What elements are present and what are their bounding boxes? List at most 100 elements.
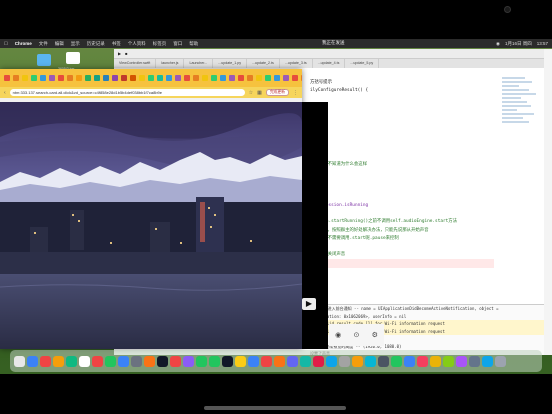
chrome-tab-favicon[interactable] [211,75,217,81]
chrome-tab-favicon[interactable] [265,75,271,81]
dock-app-icon[interactable] [378,355,389,367]
dock-app-icon[interactable] [118,355,129,367]
dock-app-icon[interactable] [209,355,220,367]
dock-app-icon[interactable] [417,355,428,367]
star-icon[interactable]: ☆ [249,90,253,96]
dock-app-icon[interactable] [352,355,363,367]
camera-capture-icon[interactable]: ◉ [335,331,341,339]
menubar-item[interactable]: 历史记录 [87,41,105,47]
target-icon[interactable]: ⊙ [353,331,359,339]
code-line[interactable]: 实现是否不需要调用.start呢.pause来控制 [310,235,494,243]
menubar-item[interactable]: 文件 [39,41,48,47]
extensions-icon[interactable]: ▦ [257,90,262,96]
chrome-tab-favicon[interactable] [175,75,181,81]
chrome-tab-favicon[interactable] [94,75,100,81]
chrome-tab-favicon[interactable] [31,75,37,81]
code-area[interactable]: 方括号提示ilyConfigureResult() { 不初始化 模块入，不知道… [310,79,494,297]
menubar-date[interactable]: 1月16日 周四 [505,41,532,47]
chrome-tab-favicon[interactable] [193,75,199,81]
menubar-item[interactable]: 书签 [112,41,121,47]
apple-icon[interactable]:  [4,41,8,47]
editor-tab[interactable]: Launcher... [184,59,214,68]
chrome-tab-favicon[interactable] [58,75,64,81]
chrome-tab-favicon[interactable] [121,75,127,81]
code-line[interactable] [310,268,494,276]
chrome-tab-favicon[interactable] [148,75,154,81]
dock-app-icon[interactable] [339,355,350,367]
chrome-tab-favicon[interactable] [49,75,55,81]
folder-icon[interactable] [37,54,51,66]
chrome-tab-favicon[interactable] [166,75,172,81]
dock-app-icon[interactable] [469,355,480,367]
editor-tab[interactable]: ...update_3.ts [280,59,313,68]
dock-app-icon[interactable] [248,355,259,367]
dock-app-icon[interactable] [92,355,103,367]
dock-app-icon[interactable] [430,355,441,367]
chrome-tab-favicon[interactable] [40,75,46,81]
dock-app-icon[interactable] [157,355,168,367]
dock-app-icon[interactable] [456,355,467,367]
menubar-item[interactable]: 标签页 [153,41,167,47]
chrome-tab-favicon[interactable] [238,75,244,81]
menubar-app-name[interactable]: Chrome [15,41,32,46]
address-bar[interactable]: ntm:333.137.search-card.all.click&vd_sou… [9,89,245,96]
code-line[interactable]: 开启或者关闭声音 [310,251,494,259]
dock-app-icon[interactable] [27,355,38,367]
menubar-time[interactable]: 13:57 [537,41,548,47]
code-line[interactable] [310,276,494,284]
chrome-tab-favicon[interactable] [184,75,190,81]
dock-app-icon[interactable] [14,355,25,367]
dock-app-icon[interactable] [404,355,415,367]
dock-app-icon[interactable] [66,355,77,367]
dock-app-icon[interactable] [391,355,402,367]
dock-app-icon[interactable] [482,355,493,367]
editor-tab[interactable]: ...update_5.py [345,59,380,68]
play-button[interactable]: ▶ [302,298,316,310]
dock-app-icon[interactable] [196,355,207,367]
chrome-tab-favicon[interactable] [85,75,91,81]
dock-app-icon[interactable] [144,355,155,367]
dock-app-icon[interactable] [495,355,506,367]
code-line[interactable] [310,128,494,136]
dock-app-icon[interactable] [313,355,324,367]
chrome-tab-favicon[interactable] [4,75,10,81]
code-line[interactable]: 没有效果，按照群主的好处解决办法，只能先说那从开始声音 [310,227,494,235]
chrome-tab-favicon[interactable] [76,75,82,81]
dock-app-icon[interactable] [79,355,90,367]
dock-app-icon[interactable] [105,355,116,367]
dock-app-icon[interactable] [183,355,194,367]
editor-tab[interactable]: ...update_2.ts [247,59,280,68]
menubar-item[interactable]: 窗口 [173,41,182,47]
dock-app-icon[interactable] [274,355,285,367]
dock-app-icon[interactable] [222,355,233,367]
dock-app-icon[interactable] [131,355,142,367]
code-line[interactable] [310,210,494,218]
code-line[interactable]: 方括号提示 [310,79,494,87]
chrome-tab-favicon[interactable] [157,75,163,81]
editor-tab[interactable]: launcher.js [156,59,185,68]
chrome-tab-favicon[interactable] [220,75,226,81]
chrome-tab-favicon[interactable] [22,75,28,81]
code-line[interactable]: art() [310,169,494,177]
menubar-item[interactable]: 帮助 [189,41,198,47]
chrome-tab-favicon[interactable] [283,75,289,81]
chrome-tab-favicon[interactable] [229,75,235,81]
menubar-item[interactable]: 个人资料 [128,41,146,47]
home-indicator[interactable] [204,406,346,410]
chrome-tab-favicon[interactable] [130,75,136,81]
dock-app-icon[interactable] [326,355,337,367]
code-line[interactable] [310,145,494,153]
back-icon[interactable]: ‹ [4,90,6,96]
menu-icon[interactable]: ⋮ [293,90,298,96]
chrome-tab-favicon[interactable] [202,75,208,81]
wifi-icon[interactable]: ◉ [496,41,500,47]
code-line[interactable] [310,194,494,202]
code-line[interactable]: session.startRunning()之前不调用self.audioEng… [310,218,494,226]
code-line[interactable] [310,95,494,103]
chrome-tab-favicon[interactable] [67,75,73,81]
code-line[interactable]: g() [310,186,494,194]
code-line[interactable]: 不初始化 [310,104,494,112]
complete-update-button[interactable]: 完成更新 [265,89,289,96]
code-line[interactable] [310,243,494,251]
chrome-tab-favicon[interactable] [301,75,302,81]
